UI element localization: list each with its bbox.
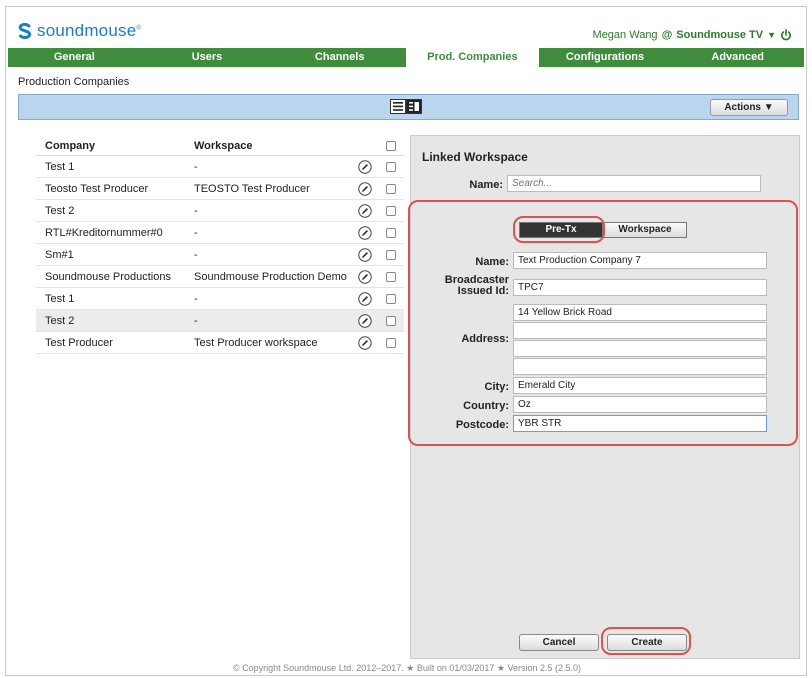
table-row[interactable]: Test 1 - xyxy=(36,288,404,310)
row-checkbox[interactable] xyxy=(386,227,396,238)
workspace-name-label: Name: xyxy=(469,179,503,191)
panel-title: Linked Workspace xyxy=(422,150,528,164)
list-view-button[interactable] xyxy=(390,99,406,114)
soundmouse-logo[interactable]: soundmouse® xyxy=(18,21,141,41)
column-header-company[interactable]: Company xyxy=(36,140,194,152)
workspace-cell: Test Producer workspace xyxy=(194,336,318,349)
table-row[interactable]: Test 2 - xyxy=(36,310,404,332)
workspace-cell: - xyxy=(194,248,198,261)
company-cell: Soundmouse Productions xyxy=(45,270,171,283)
table-header: Company Workspace xyxy=(36,136,404,156)
list-icon xyxy=(393,102,403,111)
split-view-icon xyxy=(409,102,419,111)
edit-icon[interactable] xyxy=(358,269,372,284)
user-name: Megan Wang xyxy=(592,29,658,41)
row-checkbox[interactable] xyxy=(386,271,396,282)
company-cell: Sm#1 xyxy=(45,248,74,261)
company-cell: RTL#Kreditornummer#0 xyxy=(45,226,163,239)
organisation-name: Soundmouse TV xyxy=(676,29,764,41)
edit-icon[interactable] xyxy=(358,313,372,328)
table-row[interactable]: Test Producer Test Producer workspace xyxy=(36,332,404,354)
tab-users[interactable]: Users xyxy=(141,48,274,67)
logo-wordmark: soundmouse® xyxy=(37,21,141,40)
pre-tx-highlight-outline xyxy=(513,216,605,243)
edit-icon[interactable] xyxy=(358,203,372,218)
workspace-cell: - xyxy=(194,292,198,305)
row-checkbox[interactable] xyxy=(386,315,396,326)
linked-workspace-panel: Linked Workspace Name: Pre-Tx Workspace … xyxy=(408,135,800,659)
tab-prod-companies[interactable]: Prod. Companies xyxy=(406,48,539,67)
table-row[interactable]: Sm#1 - xyxy=(36,244,404,266)
company-cell: Test 2 xyxy=(45,204,75,217)
workspace-search-input[interactable] xyxy=(507,175,761,192)
workspace-cell: - xyxy=(194,204,198,217)
row-checkbox[interactable] xyxy=(386,183,396,194)
row-checkbox[interactable] xyxy=(386,249,396,260)
workspace-cell: - xyxy=(194,314,198,327)
edit-icon[interactable] xyxy=(358,247,372,262)
table-row[interactable]: Test 2 - xyxy=(36,200,404,222)
column-header-workspace[interactable]: Workspace xyxy=(194,140,352,152)
tab-advanced[interactable]: Advanced xyxy=(671,48,804,67)
workspace-cell: - xyxy=(194,226,198,239)
row-checkbox[interactable] xyxy=(386,205,396,216)
cancel-button[interactable]: Cancel xyxy=(519,634,599,651)
company-cell: Test 1 xyxy=(45,292,75,305)
at-sign: @ xyxy=(661,29,673,41)
company-cell: Test 2 xyxy=(45,314,75,327)
chevron-down-icon[interactable]: ▼ xyxy=(767,30,776,40)
companies-table: Company Workspace Test 1 - Teosto Test Pro… xyxy=(36,136,404,354)
edit-icon[interactable] xyxy=(358,335,372,350)
actions-button[interactable]: Actions ▼ xyxy=(710,99,788,116)
edit-icon[interactable] xyxy=(358,291,372,306)
table-row[interactable]: Soundmouse Productions Soundmouse Product… xyxy=(36,266,404,288)
view-toggle xyxy=(390,99,422,114)
company-cell: Teosto Test Producer xyxy=(45,182,149,195)
workspace-cell: - xyxy=(194,160,198,173)
row-checkbox[interactable] xyxy=(386,337,396,348)
tab-configurations[interactable]: Configurations xyxy=(539,48,672,67)
app-window: soundmouse® Megan Wang @ Soundmouse TV ▼… xyxy=(5,6,807,676)
workspace-cell: Soundmouse Production Demo xyxy=(194,270,347,283)
user-menu[interactable]: Megan Wang @ Soundmouse TV ▼ xyxy=(593,29,792,41)
table-row[interactable]: Test 1 - xyxy=(36,156,404,178)
edit-icon[interactable] xyxy=(358,159,372,174)
row-checkbox[interactable] xyxy=(386,161,396,172)
create-highlight-outline xyxy=(601,627,691,655)
select-all-checkbox[interactable] xyxy=(386,140,396,151)
tab-general[interactable]: General xyxy=(8,48,141,67)
table-row[interactable]: Teosto Test Producer TEOSTO Test Producer xyxy=(36,178,404,200)
split-view-button[interactable] xyxy=(406,99,422,114)
main-nav: General Users Channels Prod. Companies C… xyxy=(8,48,804,67)
table-row[interactable]: RTL#Kreditornummer#0 - xyxy=(36,222,404,244)
row-checkbox[interactable] xyxy=(386,293,396,304)
edit-icon[interactable] xyxy=(358,181,372,196)
soundmouse-s-icon xyxy=(18,23,32,39)
page-title: Production Companies xyxy=(18,76,130,88)
company-cell: Test 1 xyxy=(45,160,75,173)
company-cell: Test Producer xyxy=(45,336,113,349)
power-icon[interactable] xyxy=(780,29,792,41)
tab-channels[interactable]: Channels xyxy=(273,48,406,67)
footer-copyright: © Copyright Soundmouse Ltd. 2012–2017. ★… xyxy=(233,663,581,673)
toolbar: Actions ▼ xyxy=(18,94,799,120)
workspace-cell: TEOSTO Test Producer xyxy=(194,182,310,195)
edit-icon[interactable] xyxy=(358,225,372,240)
